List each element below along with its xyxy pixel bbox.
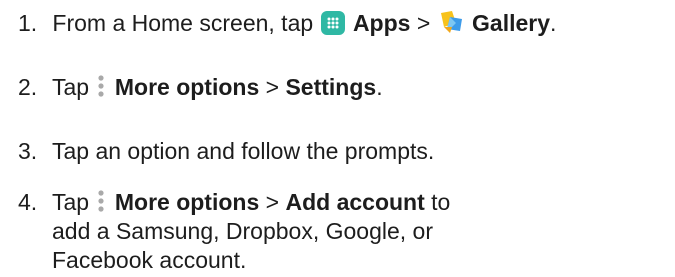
step-3: 3. Tap an option and follow the prompts. <box>18 135 434 168</box>
step-1: 1. From a Home screen, tap Apps > Galler… <box>18 7 556 44</box>
settings-label: Settings <box>285 74 377 100</box>
gallery-icon <box>438 9 464 44</box>
step-text-after: to <box>431 189 451 215</box>
gallery-label: Gallery <box>472 10 551 36</box>
step-text: Tap an option and follow the prompts. <box>51 138 435 164</box>
step-number: 3. <box>18 138 38 164</box>
period: . <box>550 10 557 36</box>
more-options-label: More options <box>114 189 260 215</box>
step-number: 2. <box>18 74 38 100</box>
step-number: 4. <box>18 189 38 215</box>
step-text: Facebook account. <box>52 247 247 273</box>
more-options-label: More options <box>114 74 260 100</box>
step-text: Tap <box>51 74 90 100</box>
separator: > <box>265 74 280 100</box>
step-number: 1. <box>18 10 38 36</box>
add-account-label: Add account <box>285 189 425 215</box>
step-2: 2. Tap More options > Settings. <box>18 71 383 108</box>
separator: > <box>265 189 280 215</box>
step-text: Tap <box>51 189 90 215</box>
step-text: From a Home screen, tap <box>52 10 314 36</box>
apps-grid-icon <box>320 11 345 44</box>
more-options-icon <box>96 73 106 108</box>
period: . <box>376 74 383 100</box>
apps-label: Apps <box>352 10 411 36</box>
separator: > <box>416 10 431 36</box>
